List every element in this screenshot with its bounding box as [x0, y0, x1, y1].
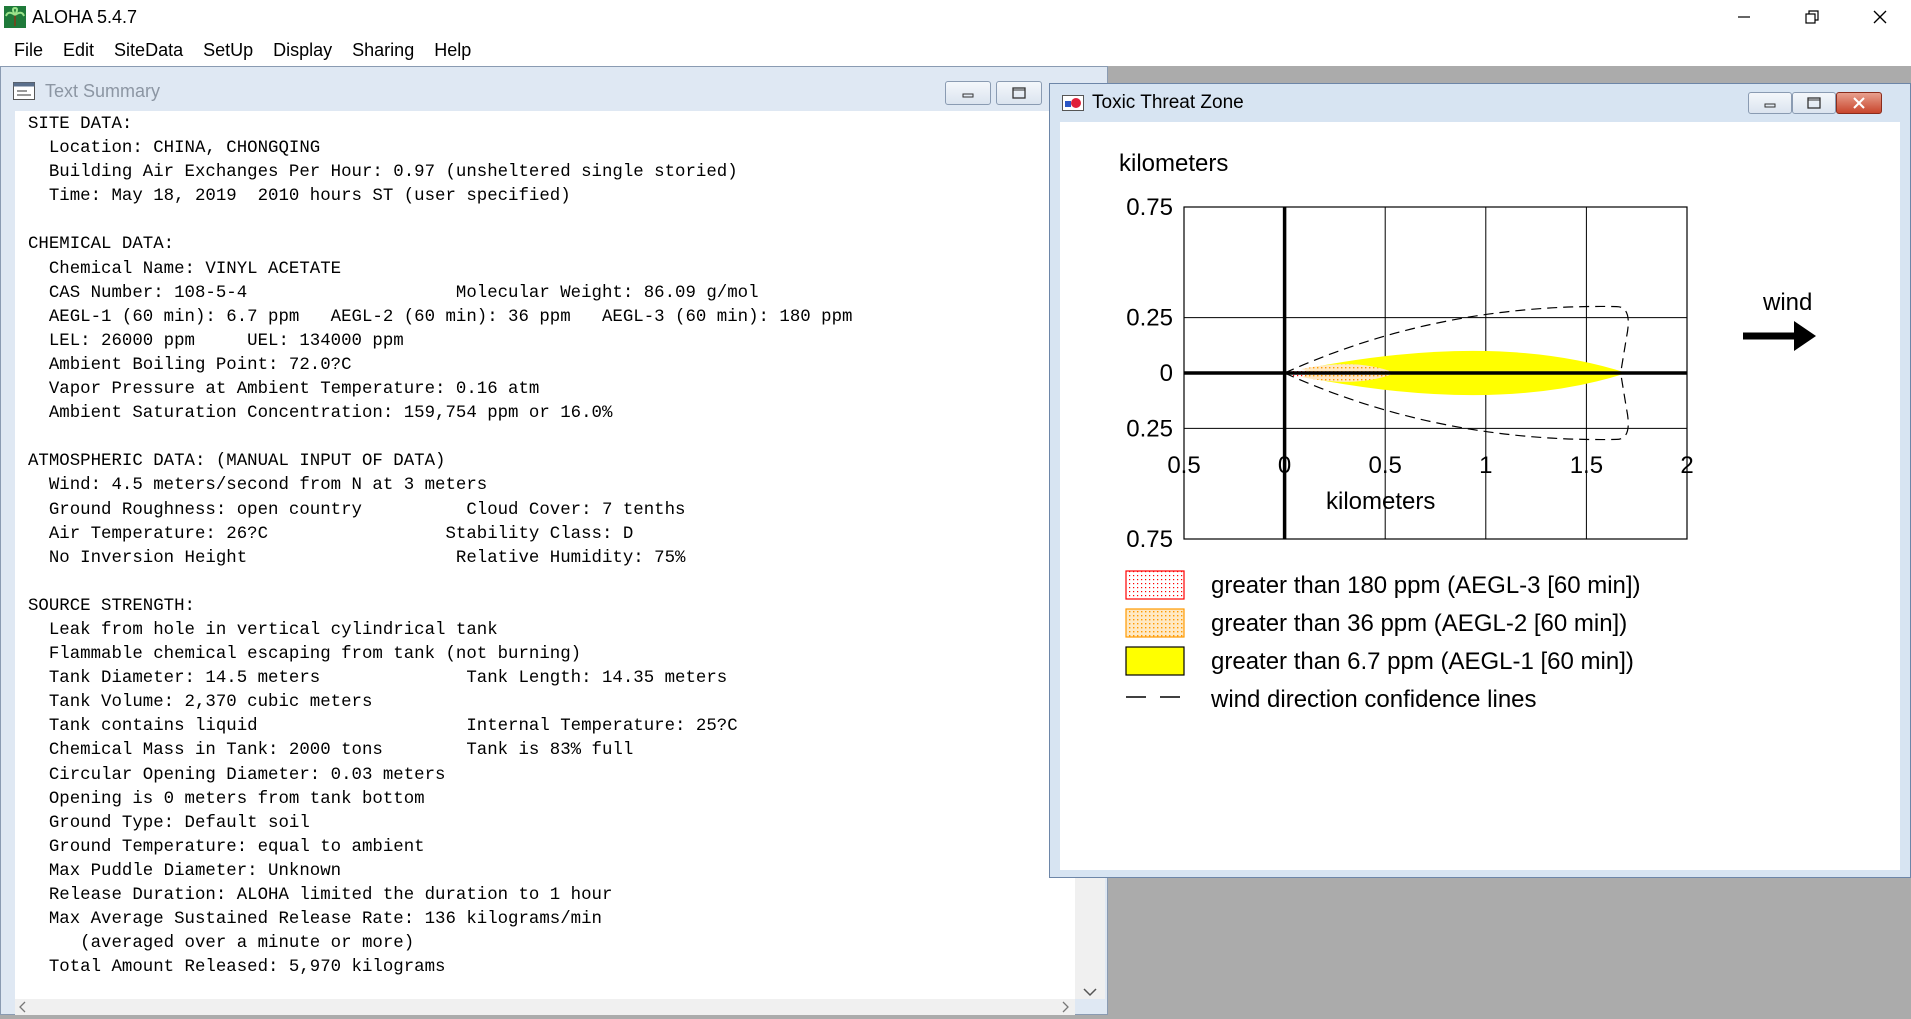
minimize-icon[interactable] — [1710, 0, 1778, 34]
legend-label: greater than 6.7 ppm (AEGL-1 [60 min]) — [1211, 648, 1634, 675]
threat-zone-body: kilometers kilometers 0.75 0.25 0 0.25 0.75 … — [1060, 122, 1900, 870]
summary-line: SOURCE STRENGTH: — [28, 596, 195, 616]
y-axis-title: kilometers — [1119, 150, 1228, 177]
wind-arrow-icon — [1743, 321, 1816, 351]
summary-line: SITE DATA: — [28, 115, 133, 134]
summary-line: Max Average Sustained Release Rate: 136 … — [28, 910, 602, 930]
summary-line: LEL: 26000 ppm UEL: 134000 ppm — [28, 331, 404, 351]
summary-text: SITE DATA: Location: CHINA, CHONGQING Bu… — [15, 111, 1075, 980]
summary-line — [28, 209, 1075, 233]
summary-line: Leak from hole in vertical cylindrical t… — [28, 620, 498, 640]
maximize-icon[interactable] — [996, 81, 1042, 105]
summary-line: Release Duration: ALOHA limited the dura… — [28, 886, 613, 905]
legend-swatch — [1125, 608, 1185, 638]
menu-setup[interactable]: SetUp — [193, 34, 263, 66]
text-summary-title: Text Summary — [45, 80, 161, 101]
text-summary-window-icon — [13, 82, 35, 100]
summary-line: Ground Roughness: open country Cloud Cov… — [28, 500, 686, 520]
legend-label: wind direction confidence lines — [1210, 686, 1537, 713]
summary-line: Ambient Saturation Concentration: 159,75… — [28, 404, 613, 424]
y-tick-labels: 0.75 0.25 0 0.25 0.75 — [1126, 194, 1173, 553]
minimize-icon[interactable] — [945, 81, 991, 105]
summary-line: Tank Diameter: 14.5 meters Tank Length: … — [28, 669, 728, 689]
x-tick-labels: 0.500.511.52 — [1167, 452, 1693, 479]
summary-line: Time: May 18, 2019 2010 hours ST (user s… — [28, 187, 571, 207]
summary-line: Chemical Mass in Tank: 2000 tons Tank is… — [28, 741, 634, 761]
summary-line: AEGL-1 (60 min): 6.7 ppm AEGL-2 (60 min)… — [28, 307, 853, 327]
app-title-bar: ALOHA 5.4.7 — [0, 0, 1911, 34]
text-summary-body[interactable]: SITE DATA: Location: CHINA, CHONGQING Bu… — [15, 111, 1075, 999]
summary-line: Ground Type: Default soil — [28, 813, 310, 833]
threat-zone-window-icon — [1062, 93, 1084, 113]
summary-line: No Inversion Height Relative Humidity: 7… — [28, 548, 686, 568]
summary-line: Location: CHINA, CHONGQING — [28, 139, 321, 159]
minimize-icon[interactable] — [1748, 92, 1792, 114]
chart-axes — [1184, 207, 1687, 539]
summary-line: Building Air Exchanges Per Hour: 0.97 (u… — [28, 163, 738, 183]
summary-line — [28, 426, 1075, 450]
summary-line: CAS Number: 108-5-4 Molecular Weight: 86… — [28, 283, 759, 303]
summary-line: Total Amount Released: 5,970 kilograms — [28, 958, 446, 978]
menu-sitedata[interactable]: SiteData — [104, 34, 193, 66]
legend-swatch — [1125, 570, 1185, 600]
app-title: ALOHA 5.4.7 — [32, 6, 138, 27]
text-summary-window: Text Summary SITE DATA: Location: CHINA,… — [0, 66, 1108, 1015]
menu-display[interactable]: Display — [263, 34, 342, 66]
restore-icon[interactable] — [1792, 92, 1836, 114]
horizontal-scrollbar[interactable] — [15, 999, 1075, 1015]
menu-sharing[interactable]: Sharing — [342, 34, 424, 66]
restore-icon[interactable] — [1778, 0, 1846, 34]
threat-zone-title: Toxic Threat Zone — [1092, 92, 1244, 113]
legend-label: greater than 180 ppm (AEGL-3 [60 min]) — [1211, 572, 1641, 599]
y-tick-label: 0.25 — [1126, 305, 1173, 332]
y-tick-label: 0.75 — [1126, 526, 1173, 553]
y-tick-label: 0 — [1160, 360, 1173, 387]
y-tick-label: 0.75 — [1126, 194, 1173, 221]
aloha-palm-tree-icon — [4, 6, 26, 28]
summary-line: Tank Volume: 2,370 cubic meters — [28, 693, 373, 713]
toxic-threat-zone-window: Toxic Threat Zone kilometers kilometers … — [1049, 83, 1911, 878]
text-summary-title-bar[interactable]: Text Summary — [1, 73, 1107, 109]
menu-help[interactable]: Help — [424, 34, 481, 66]
close-icon[interactable] — [1846, 0, 1911, 34]
summary-line: Chemical Name: VINYL ACETATE — [28, 259, 342, 279]
menu-edit[interactable]: Edit — [53, 34, 104, 66]
legend-label: greater than 36 ppm (AEGL-2 [60 min]) — [1211, 610, 1627, 637]
summary-line: Air Temperature: 26?C Stability Class: D — [28, 524, 634, 544]
legend: greater than 180 ppm (AEGL-3 [60 min]) gr… — [1125, 570, 1641, 713]
summary-line: Ground Temperature: equal to ambient — [28, 837, 425, 857]
x-axis-title: kilometers — [1326, 488, 1435, 515]
legend-swatch — [1125, 646, 1185, 676]
summary-line: CHEMICAL DATA: — [28, 235, 175, 255]
summary-line: Flammable chemical escaping from tank (n… — [28, 645, 582, 665]
summary-line: Max Puddle Diameter: Unknown — [28, 861, 342, 881]
summary-line: Ambient Boiling Point: 72.0?C — [28, 355, 352, 375]
summary-line: ATMOSPHERIC DATA: (MANUAL INPUT OF DATA) — [28, 452, 446, 472]
summary-line: Wind: 4.5 meters/second from N at 3 mete… — [28, 476, 488, 496]
summary-line: Vapor Pressure at Ambient Temperature: 0… — [28, 380, 540, 400]
wind-label: wind — [1762, 289, 1812, 316]
summary-line — [28, 571, 1075, 595]
summary-line: Circular Opening Diameter: 0.03 meters — [28, 765, 446, 785]
mdi-workspace: Text Summary SITE DATA: Location: CHINA,… — [0, 66, 1911, 1015]
menu-bar: File Edit SiteData SetUp Display Sharing… — [0, 34, 1911, 66]
summary-line: Tank contains liquid Internal Temperatur… — [28, 717, 738, 737]
summary-line: Opening is 0 meters from tank bottom — [28, 789, 425, 809]
close-icon[interactable] — [1836, 92, 1882, 114]
threat-zone-chart: kilometers kilometers 0.75 0.25 0 0.250.75 … — [1119, 150, 1816, 713]
summary-line: (averaged over a minute or more) — [28, 934, 415, 954]
menu-file[interactable]: File — [4, 34, 53, 66]
y-tick-label: 0.25 — [1126, 415, 1173, 442]
